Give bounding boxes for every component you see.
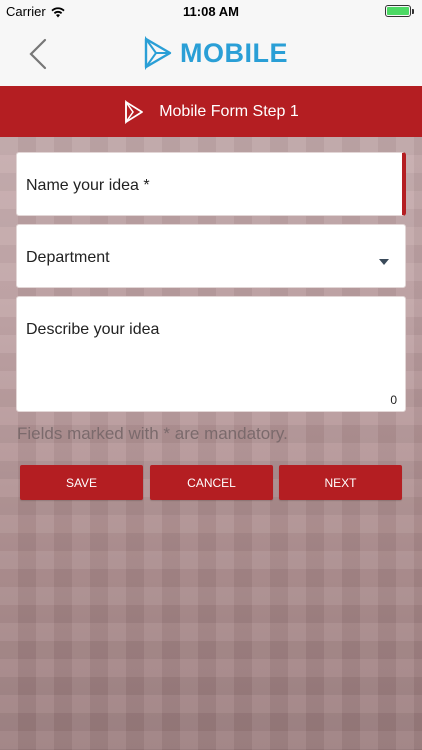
status-bar: Carrier 11:08 AM [0,0,422,22]
brand-name: MOBILE [180,37,288,68]
cancel-button[interactable]: CANCEL [150,465,273,500]
description-placeholder: Describe your idea [26,321,160,338]
department-select[interactable]: Department [16,224,406,288]
mandatory-note: Fields marked with * are mandatory. [17,424,288,443]
idea-description-textarea[interactable]: Describe your idea 0 [16,296,406,412]
step-title: Mobile Form Step 1 [159,102,299,120]
idea-name-input[interactable]: Name your idea * [16,152,406,216]
battery-cap [412,8,414,14]
battery-icon [385,5,411,17]
department-placeholder: Department [26,249,110,266]
idea-name-placeholder: Name your idea * [26,177,150,194]
chevron-left-icon[interactable] [26,38,50,70]
nav-bar: MOBILE [0,22,422,86]
battery-indicator [385,5,414,17]
play-logo-icon [125,99,144,124]
save-button[interactable]: SAVE [20,465,143,500]
brand-logo: MOBILE [142,36,288,70]
character-counter: 0 [390,393,397,407]
status-time: 11:08 AM [183,4,239,19]
battery-fill [387,7,409,15]
next-button[interactable]: NEXT [279,465,402,500]
play-logo-icon [144,36,172,70]
caret-down-icon [379,259,389,265]
step-header: Mobile Form Step 1 [0,86,422,137]
